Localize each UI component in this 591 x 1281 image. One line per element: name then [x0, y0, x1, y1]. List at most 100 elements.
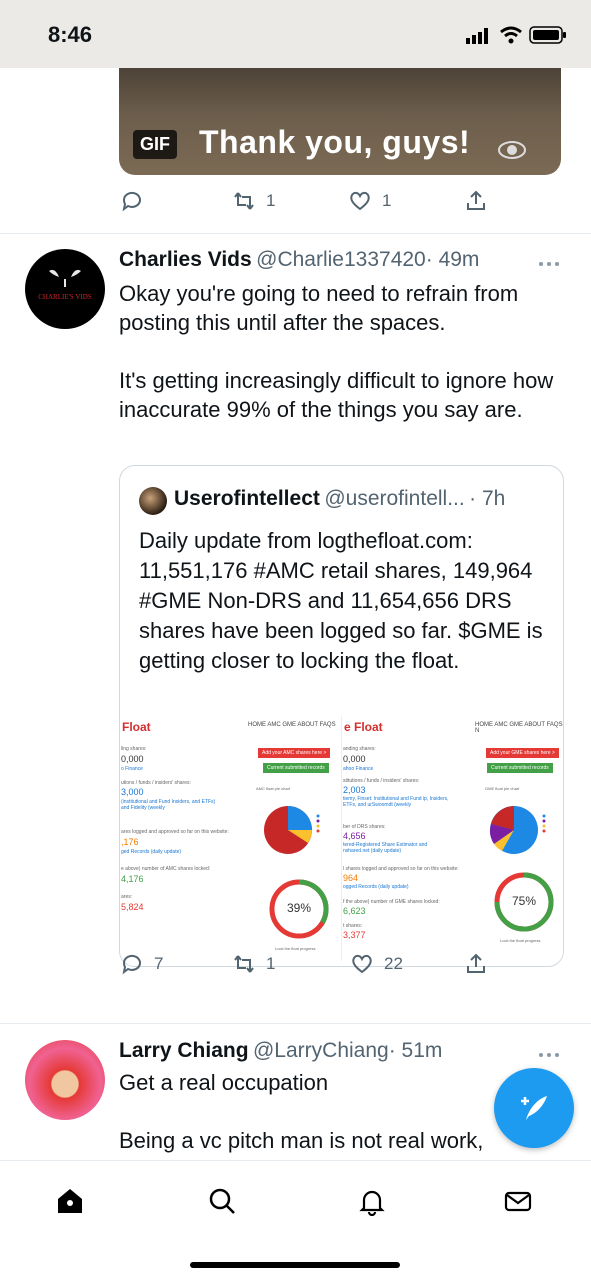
- quoted-handle: @userofintell...: [324, 487, 465, 510]
- tweet-text: Okay you're going to need to refrain fro…: [119, 281, 554, 422]
- gme-progress-label: 75%: [511, 894, 537, 908]
- bell-icon: [359, 1190, 385, 1216]
- gme-lock-label: Lock the float progress: [500, 938, 541, 943]
- gme-stat-label: stitutions / funds / insiders' shares:: [343, 778, 420, 784]
- next-timestamp[interactable]: · 51m: [389, 1039, 443, 1062]
- next-tweet-text: Get a real occupation Being a vc pitch m…: [119, 1070, 484, 1153]
- display-name[interactable]: Charlies Vids: [119, 248, 252, 271]
- gif-badge: GIF: [133, 130, 177, 159]
- amc-stat-label: ares:: [121, 894, 133, 900]
- home-icon: [58, 1189, 82, 1213]
- gme-chart-label: GME float pie chart: [485, 786, 520, 791]
- gme-stat-value: 6,623: [343, 906, 366, 916]
- share-button[interactable]: [464, 189, 488, 213]
- gme-stat-sub: ahoo Finance: [343, 766, 374, 772]
- gme-stat-sub: ogged Records (daily update): [343, 884, 409, 890]
- gme-stat-sub: tiemy, Finset: Institutional and Fund ip…: [343, 796, 449, 808]
- handle[interactable]: @Charlie1337420: [256, 248, 426, 271]
- amc-pie-chart: [264, 806, 320, 854]
- amc-nav: HOME AMC GME ABOUT FAQS: [248, 722, 336, 728]
- amc-lock-label: Lock the float progress: [275, 946, 316, 951]
- reply-button[interactable]: 7: [120, 952, 163, 976]
- amc-stat-value: ,176: [121, 837, 139, 847]
- like-button[interactable]: 1: [348, 189, 391, 213]
- avatar-text: CHARLIE'S VIDS: [38, 293, 92, 301]
- amc-chart-label: AMC float pie chart: [256, 786, 291, 791]
- reply-button[interactable]: [120, 189, 144, 213]
- gme-stat-label: anding shares:: [343, 746, 376, 752]
- quoted-text: Daily update from logthefloat.com: 11,55…: [139, 528, 543, 673]
- amc-stat-label: ling shares:: [121, 746, 147, 752]
- battery-icon: [529, 26, 567, 44]
- quoted-avatar: [139, 487, 167, 515]
- gme-stat-label: t shares:: [343, 923, 363, 929]
- amc-stat-value: 4,176: [121, 874, 144, 884]
- like-count: 1: [382, 191, 392, 210]
- next-display-name[interactable]: Larry Chiang: [119, 1039, 249, 1062]
- gif-media[interactable]: GIF Thank you, guys!: [119, 68, 561, 175]
- amc-stat-label: ares logged and approved so far on this …: [121, 829, 229, 835]
- gme-stat-value: 0,000: [343, 754, 366, 764]
- quoted-tweet[interactable]: Userofintellect @userofintell... · 7h Da…: [119, 465, 564, 967]
- like-count: 22: [384, 954, 403, 973]
- amc-screenshot: Float HOME AMC GME ABOUT FAQS Add your A…: [120, 716, 341, 961]
- next-avatar[interactable]: [25, 1040, 105, 1120]
- amc-stat-sub: ged Records (daily update): [121, 849, 182, 855]
- retweet-count: 1: [266, 191, 276, 210]
- next-tweet-header: Larry Chiang @LarryChiang· 51m: [119, 1039, 442, 1063]
- more-icon[interactable]: [537, 255, 561, 273]
- amc-stat-value: 0,000: [121, 754, 144, 764]
- quoted-display-name: Userofintellect: [174, 487, 320, 510]
- compose-tweet-button[interactable]: [494, 1068, 574, 1148]
- gme-stat-label: f the above) number of GME shares locked…: [343, 899, 440, 905]
- amc-stat-label: e above) number of AMC shares locked:: [121, 866, 211, 872]
- divider: [0, 233, 591, 234]
- like-button[interactable]: 22: [350, 952, 403, 976]
- status-time: 8:46: [48, 22, 93, 47]
- gme-records-button: Current submitted records: [487, 763, 553, 773]
- amc-logo: Float: [122, 720, 151, 734]
- gif-caption: Thank you, guys!: [199, 124, 471, 160]
- avatar[interactable]: CHARLIE'S VIDS: [25, 249, 105, 329]
- gme-add-button: Add your GME shares here >: [486, 748, 559, 758]
- amc-records-button: Current submitted records: [263, 763, 329, 773]
- search-icon: [209, 1188, 235, 1214]
- amc-add-button: Add your AMC shares here >: [258, 748, 331, 758]
- tab-home[interactable]: [50, 1181, 90, 1221]
- gme-logo: e Float: [344, 720, 383, 734]
- share-button[interactable]: [464, 952, 488, 976]
- tab-search[interactable]: [202, 1181, 242, 1221]
- timestamp[interactable]: · 49m: [426, 248, 480, 271]
- quoted-header: Userofintellect @userofintell... · 7h: [174, 487, 505, 511]
- gme-screenshot: e Float HOME AMC GME ABOUT FAQS N Add yo…: [341, 716, 563, 961]
- gme-stat-value: 3,377: [343, 930, 366, 940]
- tab-notifications[interactable]: [352, 1181, 392, 1221]
- gme-stat-value: 964: [343, 873, 359, 883]
- amc-stat-sub: (institutional and Fund Insiders, and ET…: [121, 799, 216, 811]
- share-icon: [467, 190, 485, 210]
- reply-icon: [122, 191, 141, 212]
- amc-stat-value: 5,824: [121, 902, 144, 912]
- gme-nav: HOME AMC GME ABOUT FAQS N: [475, 722, 563, 734]
- home-indicator: [190, 1262, 400, 1268]
- amc-stat-label: utions / funds / insiders' shares:: [121, 780, 191, 786]
- retweet-icon: [234, 192, 254, 210]
- quoted-timestamp: · 7h: [469, 487, 506, 510]
- mail-icon: [504, 1191, 532, 1212]
- reply-icon: [122, 954, 141, 975]
- next-handle[interactable]: @LarryChiang: [253, 1039, 389, 1062]
- more-icon[interactable]: [537, 1046, 561, 1064]
- tab-messages[interactable]: [498, 1181, 538, 1221]
- retweet-button[interactable]: 1: [232, 189, 275, 213]
- gme-stat-sub: tered-Registered Share Estimator and nsh…: [343, 842, 428, 854]
- cbs-logo-icon: [498, 141, 526, 159]
- gme-stat-value: 2,003: [343, 785, 366, 795]
- reply-count: 7: [154, 954, 164, 973]
- heart-icon: [352, 954, 372, 974]
- retweet-button[interactable]: 1: [232, 952, 275, 976]
- share-icon: [467, 953, 485, 973]
- gme-pie-chart: [490, 806, 546, 854]
- amc-stat-sub: o Finance: [121, 766, 143, 772]
- retweet-icon: [234, 955, 254, 973]
- gme-stat-label: ber of DRS shares:: [343, 824, 386, 830]
